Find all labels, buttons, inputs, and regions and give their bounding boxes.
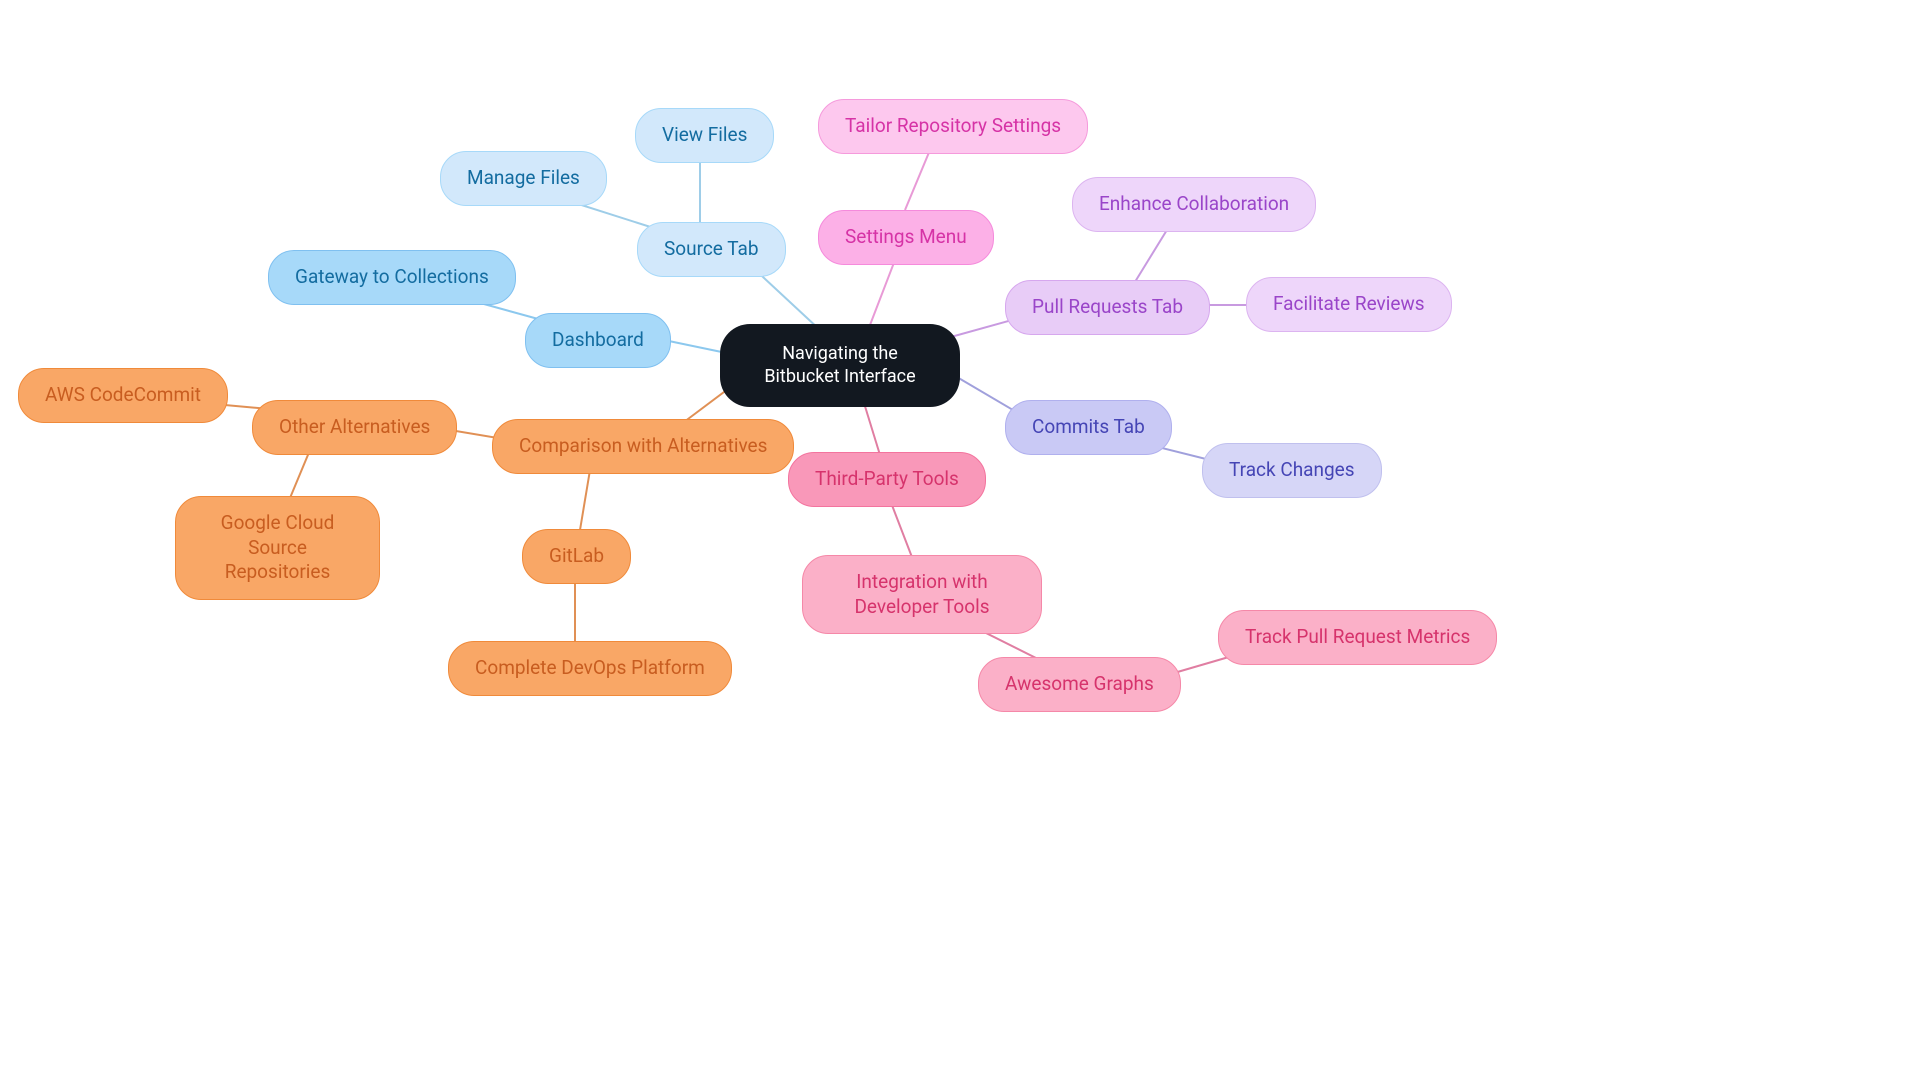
node-track-changes[interactable]: Track Changes xyxy=(1202,443,1382,498)
node-manage-files[interactable]: Manage Files xyxy=(440,151,607,206)
node-facilitate-reviews[interactable]: Facilitate Reviews xyxy=(1246,277,1452,332)
node-awesome-graphs[interactable]: Awesome Graphs xyxy=(978,657,1181,712)
node-source-tab[interactable]: Source Tab xyxy=(637,222,786,277)
node-commits-tab[interactable]: Commits Tab xyxy=(1005,400,1172,455)
node-tailor-settings[interactable]: Tailor Repository Settings xyxy=(818,99,1088,154)
node-gateway-collections[interactable]: Gateway to Collections xyxy=(268,250,516,305)
node-other-alternatives[interactable]: Other Alternatives xyxy=(252,400,457,455)
node-pull-requests[interactable]: Pull Requests Tab xyxy=(1005,280,1210,335)
node-enhance-collaboration[interactable]: Enhance Collaboration xyxy=(1072,177,1316,232)
node-aws-codecommit[interactable]: AWS CodeCommit xyxy=(18,368,228,423)
node-integration-dev-tools[interactable]: Integration with Developer Tools xyxy=(802,555,1042,634)
node-comparison-alternatives[interactable]: Comparison with Alternatives xyxy=(492,419,794,474)
node-third-party-tools[interactable]: Third-Party Tools xyxy=(788,452,986,507)
node-dashboard[interactable]: Dashboard xyxy=(525,313,671,368)
node-gitlab[interactable]: GitLab xyxy=(522,529,631,584)
node-settings-menu[interactable]: Settings Menu xyxy=(818,210,994,265)
node-track-pr-metrics[interactable]: Track Pull Request Metrics xyxy=(1218,610,1497,665)
node-google-cloud-repos[interactable]: Google Cloud Source Repositories xyxy=(175,496,380,600)
node-view-files[interactable]: View Files xyxy=(635,108,774,163)
node-devops-platform[interactable]: Complete DevOps Platform xyxy=(448,641,732,696)
mindmap-root[interactable]: Navigating the Bitbucket Interface xyxy=(720,324,960,407)
